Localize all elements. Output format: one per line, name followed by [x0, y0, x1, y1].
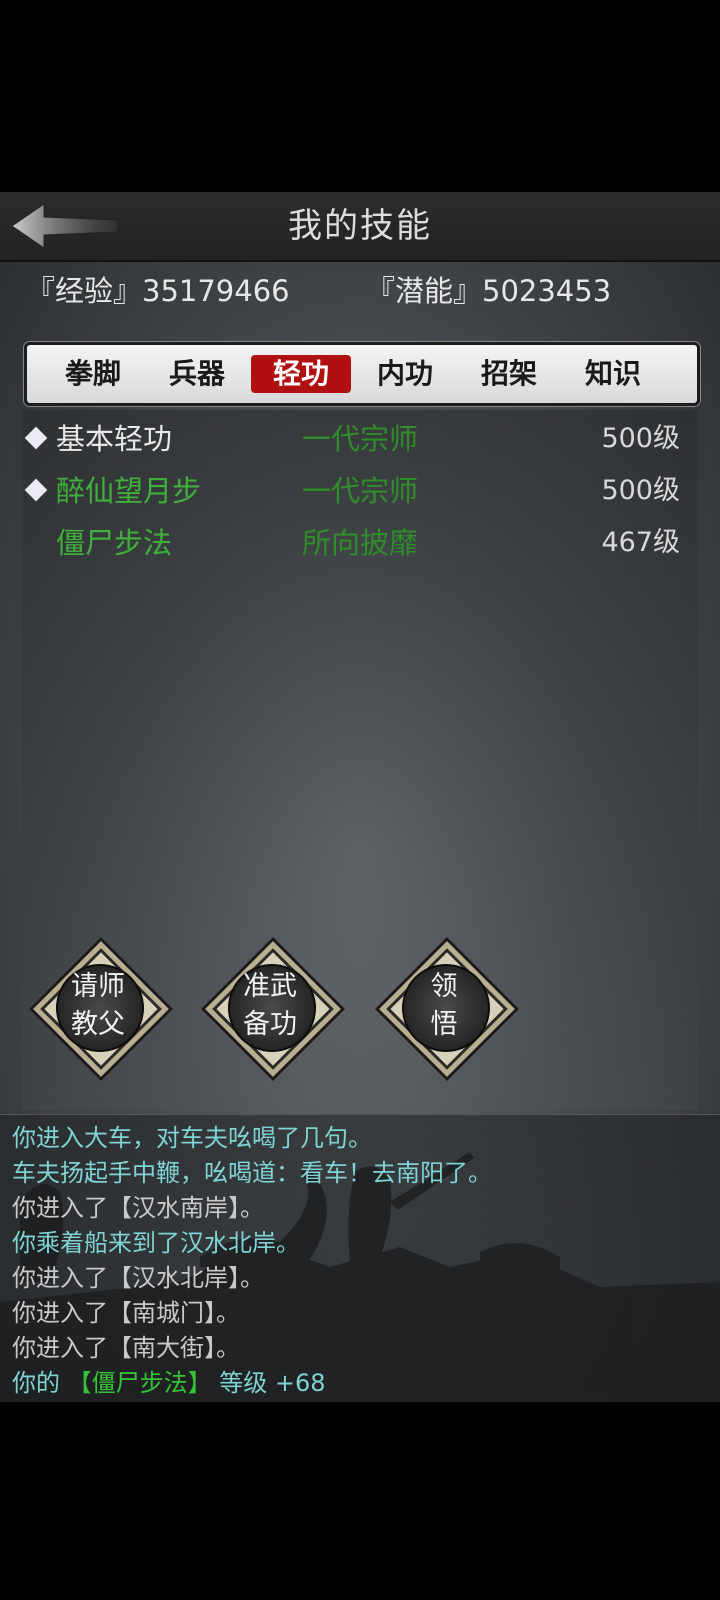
action-label-line2: 教父: [71, 1009, 125, 1040]
skill-name: 醉仙望月步: [56, 474, 202, 508]
log-message: 车夫扬起手中鞭，吆喝道：看车！去南阳了。: [12, 1159, 492, 1187]
message-log: 你进入大车，对车夫吆喝了几句。车夫扬起手中鞭，吆喝道：看车！去南阳了。 你进入了【…: [0, 1114, 720, 1402]
back-button[interactable]: [10, 200, 120, 252]
tab-4[interactable]: 招架: [459, 355, 559, 393]
back-arrow-icon: [11, 203, 119, 249]
skill-category-tabs: 拳脚 兵器 轻功 内功 招架 知识: [24, 342, 700, 406]
skill-row[interactable]: 僵尸步法 所向披靡 467级: [22, 518, 698, 568]
action-label-line2: 备功: [243, 1009, 297, 1040]
stats-bar: 『经验』35179466 『潜能』5023453: [26, 268, 706, 312]
skill-level: 500级: [601, 423, 680, 454]
log-suffix: 等级 +68: [219, 1369, 326, 1397]
skill-level: 467级: [601, 527, 680, 558]
action-label-line2: 悟: [430, 1009, 458, 1040]
diamond-marker-icon: [24, 478, 48, 502]
game-screen: 我的技能 『经验』35179466 『潜能』5023453 拳脚 兵器 轻功 内功 招架…: [0, 192, 720, 1402]
tab-2[interactable]: 轻功: [251, 355, 351, 393]
log-message: 你的 【僵尸步法】 等级 +68: [12, 1366, 326, 1400]
skill-rank: 所向披靡: [302, 526, 419, 560]
action-label-line1: 领: [430, 971, 458, 1002]
tab-5[interactable]: 知识: [563, 355, 663, 393]
log-message: 你进入大车，对车夫吆喝了几句。: [12, 1124, 372, 1152]
skill-rank: 一代宗师: [302, 422, 419, 456]
log-message: 你进入了【汉水北岸】。: [12, 1264, 264, 1292]
action-label-line1: 请师: [71, 971, 125, 1002]
log-message: 你进入了【汉水南岸】。: [12, 1194, 264, 1222]
skill-rank: 一代宗师: [302, 474, 419, 508]
log-message: 你乘着船来到了汉水北岸。: [12, 1229, 300, 1257]
action-label-line1: 准武: [243, 971, 297, 1002]
tab-0[interactable]: 拳脚: [43, 355, 143, 393]
log-prefix: 你的: [12, 1369, 68, 1397]
skill-row[interactable]: 基本轻功 一代宗师 500级: [22, 414, 698, 464]
log-message: 你进入了【南城门】。: [12, 1299, 240, 1327]
skill-row[interactable]: 醉仙望月步 一代宗师 500级: [22, 466, 698, 516]
tab-1[interactable]: 兵器: [147, 355, 247, 393]
tab-3[interactable]: 内功: [355, 355, 455, 393]
skill-name: 僵尸步法: [56, 526, 173, 560]
header-bar: 我的技能: [0, 192, 720, 262]
experience-value: 『经验』35179466: [26, 274, 290, 308]
log-skill-name: 【僵尸步法】: [67, 1369, 220, 1397]
skill-level: 500级: [601, 475, 680, 506]
skill-name: 基本轻功: [56, 422, 173, 456]
log-message: 你进入了【南大街】。: [12, 1334, 240, 1362]
potential-value: 『潜能』5023453: [366, 274, 612, 308]
diamond-marker-icon: [24, 426, 48, 450]
